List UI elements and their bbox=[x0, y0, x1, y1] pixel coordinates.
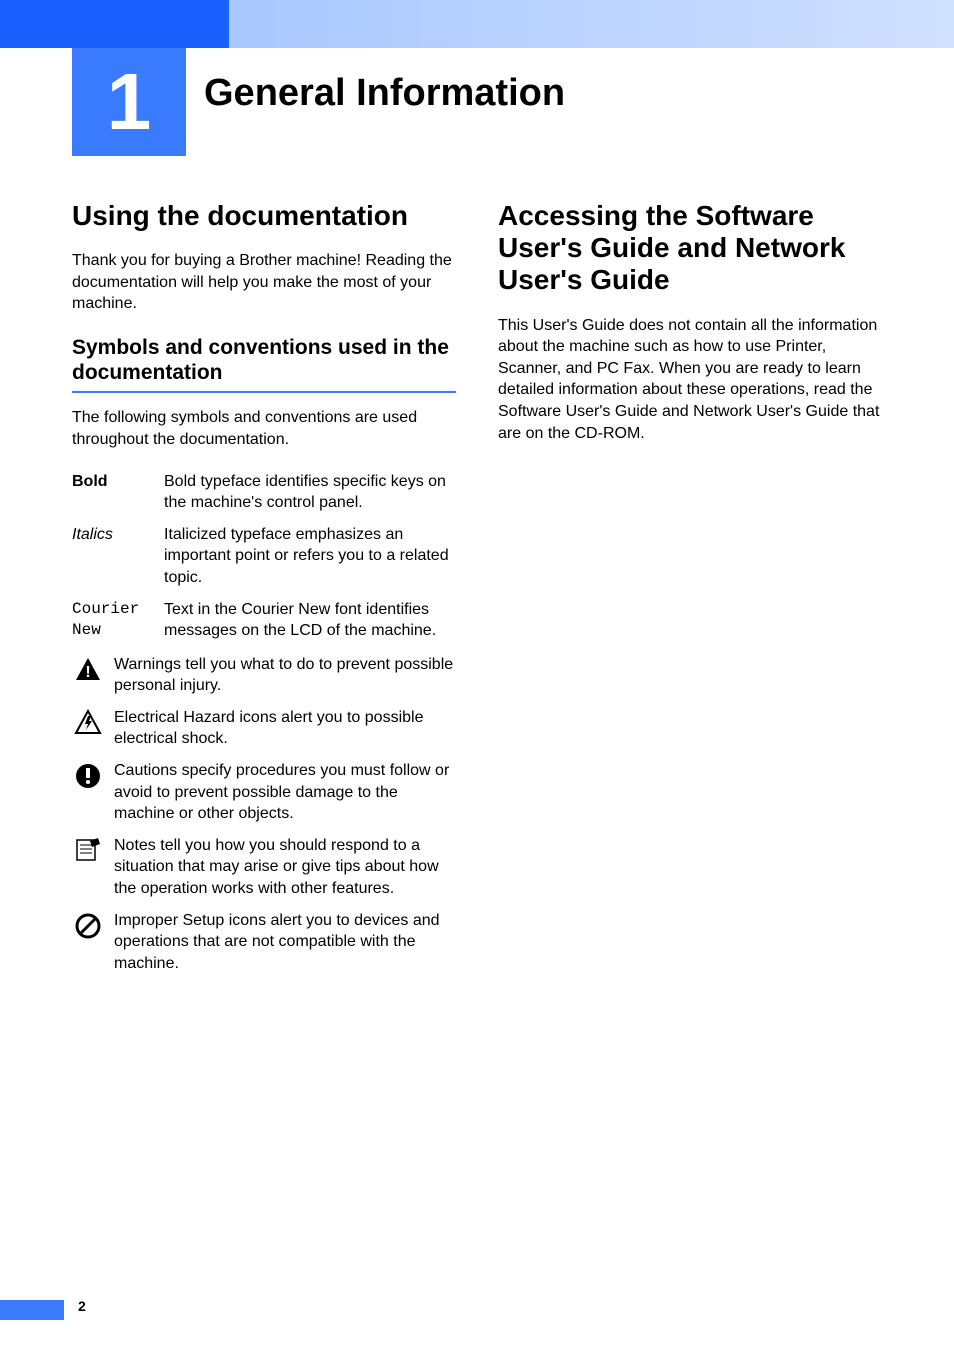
convention-row: Courier New Text in the Courier New font… bbox=[72, 599, 456, 642]
convention-label-bold: Bold bbox=[72, 471, 164, 514]
header-band bbox=[0, 0, 954, 48]
improper-setup-icon bbox=[72, 910, 104, 942]
icon-desc: Notes tell you how you should respond to… bbox=[114, 835, 456, 900]
icon-row: ! Warnings tell you what to do to preven… bbox=[72, 654, 456, 697]
right-column: Accessing the Software User's Guide and … bbox=[498, 200, 882, 984]
convention-label-mono: Courier New bbox=[72, 599, 164, 642]
icon-descriptions-table: ! Warnings tell you what to do to preven… bbox=[72, 654, 456, 975]
body-paragraph: The following symbols and conventions ar… bbox=[72, 407, 456, 450]
body-paragraph: This User's Guide does not contain all t… bbox=[498, 315, 882, 445]
section-heading: Accessing the Software User's Guide and … bbox=[498, 200, 882, 297]
subsection-heading: Symbols and conventions used in the docu… bbox=[72, 335, 456, 393]
convention-label-italic: Italics bbox=[72, 524, 164, 589]
icon-row: Cautions specify procedures you must fol… bbox=[72, 760, 456, 825]
convention-desc: Text in the Courier New font identifies … bbox=[164, 599, 456, 642]
warning-icon: ! bbox=[72, 654, 104, 686]
left-column: Using the documentation Thank you for bu… bbox=[72, 200, 456, 984]
chapter-number: 1 bbox=[107, 56, 152, 148]
icon-row: Improper Setup icons alert you to device… bbox=[72, 910, 456, 975]
chapter-title: General Information bbox=[204, 72, 565, 115]
content-area: Using the documentation Thank you for bu… bbox=[72, 200, 882, 984]
caution-icon bbox=[72, 760, 104, 792]
svg-text:!: ! bbox=[85, 664, 90, 681]
convention-desc: Bold typeface identifies specific keys o… bbox=[164, 471, 456, 514]
icon-desc: Warnings tell you what to do to prevent … bbox=[114, 654, 456, 697]
icon-desc: Electrical Hazard icons alert you to pos… bbox=[114, 707, 456, 750]
convention-desc: Italicized typeface emphasizes an import… bbox=[164, 524, 456, 589]
page-number: 2 bbox=[78, 1298, 86, 1314]
note-icon bbox=[72, 835, 104, 867]
section-heading: Using the documentation bbox=[72, 200, 456, 232]
electrical-hazard-icon bbox=[72, 707, 104, 739]
convention-row: Bold Bold typeface identifies specific k… bbox=[72, 471, 456, 514]
icon-desc: Cautions specify procedures you must fol… bbox=[114, 760, 456, 825]
icon-row: Notes tell you how you should respond to… bbox=[72, 835, 456, 900]
chapter-number-block: 1 bbox=[72, 48, 186, 156]
icon-desc: Improper Setup icons alert you to device… bbox=[114, 910, 456, 975]
icon-row: Electrical Hazard icons alert you to pos… bbox=[72, 707, 456, 750]
convention-row: Italics Italicized typeface emphasizes a… bbox=[72, 524, 456, 589]
conventions-table: Bold Bold typeface identifies specific k… bbox=[72, 471, 456, 642]
body-paragraph: Thank you for buying a Brother machine! … bbox=[72, 250, 456, 315]
footer-band bbox=[0, 1300, 64, 1320]
